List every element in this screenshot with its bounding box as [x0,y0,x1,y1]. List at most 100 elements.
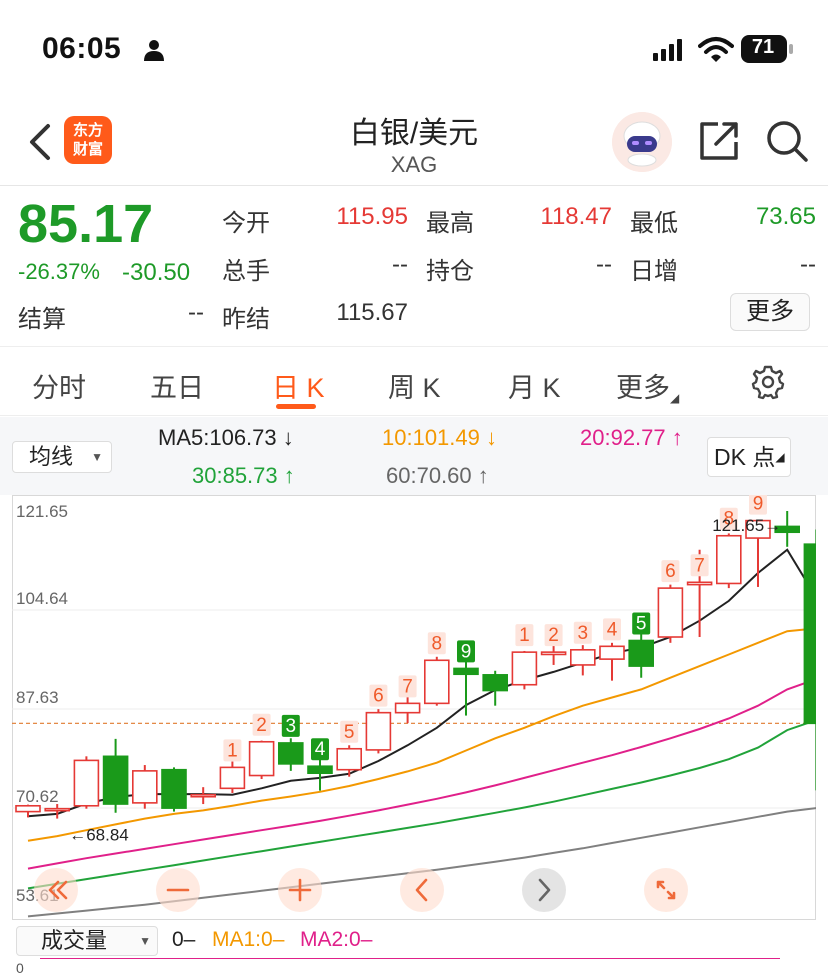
last-price: 85.17 [18,194,154,254]
candle-up[interactable] [540,651,567,656]
person-icon [144,40,164,61]
tab-more-label: 更多 [616,373,670,403]
sub-indicator-label: 成交量 [41,928,108,953]
position-value: -- [596,251,612,278]
dropdown-arrow-icon: ▼ [139,934,151,948]
tab-five-day[interactable]: 五日 [150,366,204,405]
min-price-marker: ←68.84 [69,826,129,845]
candle-down[interactable] [161,768,187,809]
settings-gear-icon[interactable] [750,364,786,400]
candle-up[interactable] [569,649,596,666]
candle-up[interactable] [248,740,275,777]
share-icon[interactable] [696,118,742,164]
candle-up[interactable] [423,659,450,705]
down-arrow-icon: ↓ [276,425,294,450]
search-icon[interactable] [764,118,810,164]
scroll-right-icon[interactable] [522,868,566,912]
candle-up[interactable] [394,702,421,714]
low-value: 73.65 [755,203,816,230]
cellular-signal-icon [653,39,682,61]
rewind-icon[interactable] [34,868,78,912]
td-count-label: 2 [548,625,559,646]
td-count-label: 7 [694,555,705,576]
settle-value: -- [188,299,204,326]
tab-monthly-k[interactable]: 月 K [508,366,561,405]
candle-up[interactable] [511,651,538,686]
volume-value: -- [392,251,408,278]
zoom-in-icon[interactable] [278,868,322,912]
more-quote-button[interactable]: 更多 [730,293,810,331]
candle-up[interactable] [336,747,363,771]
zoom-out-icon[interactable] [156,868,200,912]
ma5-value: MA5:106.73 [158,425,277,450]
candle-down[interactable] [628,639,655,667]
candle-up[interactable] [715,534,742,585]
volume-row: 成交量 ▼ 0– MA1:0– MA2:0– 0 [0,920,828,974]
y-tick-label: 121.65 [16,502,68,521]
ma20-value: 20:92.77 [580,425,666,450]
change-percent: -26.37% [18,259,100,284]
up-arrow-icon: ↑ [471,463,489,488]
indicator-select[interactable]: 均线 ▼ [12,441,112,473]
low-label: 最低 [630,210,678,237]
tab-daily-k[interactable]: 日 K [272,366,325,405]
candle-up[interactable] [219,766,246,790]
active-tab-indicator [276,404,316,409]
tab-intraday[interactable]: 分时 [32,366,86,405]
candle-up[interactable] [599,645,625,660]
y-tick-label: 87.63 [16,688,59,707]
volume-value: 0– [172,928,196,951]
candle-down[interactable] [482,674,509,692]
quote-panel: 85.17 -26.37% -30.50 今开 115.95 最高 118.47… [0,187,828,347]
td-count-label: 4 [315,739,326,760]
candle-down[interactable] [102,755,129,805]
candle-up[interactable] [44,807,71,812]
candle-up[interactable] [365,711,392,751]
down-arrow-icon: ↓ [479,425,497,450]
battery-level: 71 [751,36,775,58]
volume-axis-zero: 0 [16,960,24,974]
td-count-label: 8 [432,633,443,654]
td-count-label: 3 [578,623,589,644]
candle-up[interactable] [657,587,684,638]
y-tick-label: 104.64 [16,589,68,608]
scroll-left-icon[interactable] [400,868,444,912]
nav-bar: 东方 财富 白银/美元 XAG [0,100,828,186]
td-count-label: 2 [256,715,267,736]
candle-down[interactable] [453,667,479,676]
dk-point-button[interactable]: DK 点◢ [707,437,791,477]
candle-down[interactable] [307,765,333,774]
position-label: 持仓 [426,258,474,285]
volume-ma2: MA2:0– [300,928,373,951]
daily-increase-value: -- [800,251,816,278]
candle-up[interactable] [190,793,216,798]
up-arrow-icon: ↑ [665,425,683,450]
candle-down[interactable] [803,543,816,725]
td-count-label: 6 [665,561,676,582]
max-price-marker: 121.65→ [712,516,781,535]
robot-assistant-icon[interactable] [612,112,672,172]
kline-chart[interactable]: 121.65104.6487.6370.6253.611234567891234… [12,495,816,920]
td-count-label: 9 [461,641,472,662]
td-count-label: 5 [344,722,355,743]
period-tabs: 分时 五日 日 K 周 K 月 K 更多◢ [0,348,828,416]
sub-indicator-select[interactable]: 成交量 ▼ [16,926,158,956]
dk-point-label: DK 点 [714,444,776,470]
ma10-readout: 10:101.49 ↓ [382,425,497,451]
ma20-readout: 20:92.77 ↑ [580,425,683,451]
fullscreen-icon[interactable] [644,868,688,912]
candle-down[interactable] [277,742,304,765]
settle-label: 结算 [18,306,66,333]
td-count-label: 4 [607,619,618,640]
candle-up[interactable] [686,581,713,586]
status-bar: 06:05 71 [0,0,828,100]
tab-more[interactable]: 更多◢ [616,366,679,405]
tab-weekly-k[interactable]: 周 K [388,366,441,405]
td-count-label: 9 [753,495,764,515]
candle-up[interactable] [15,804,41,813]
kline-chart-canvas[interactable]: 121.65104.6487.6370.6253.611234567891234… [12,495,816,920]
candle-up[interactable] [132,770,158,804]
y-tick-label: 70.62 [16,787,59,806]
candle-up[interactable] [73,759,100,807]
td-count-label: 7 [402,676,413,697]
